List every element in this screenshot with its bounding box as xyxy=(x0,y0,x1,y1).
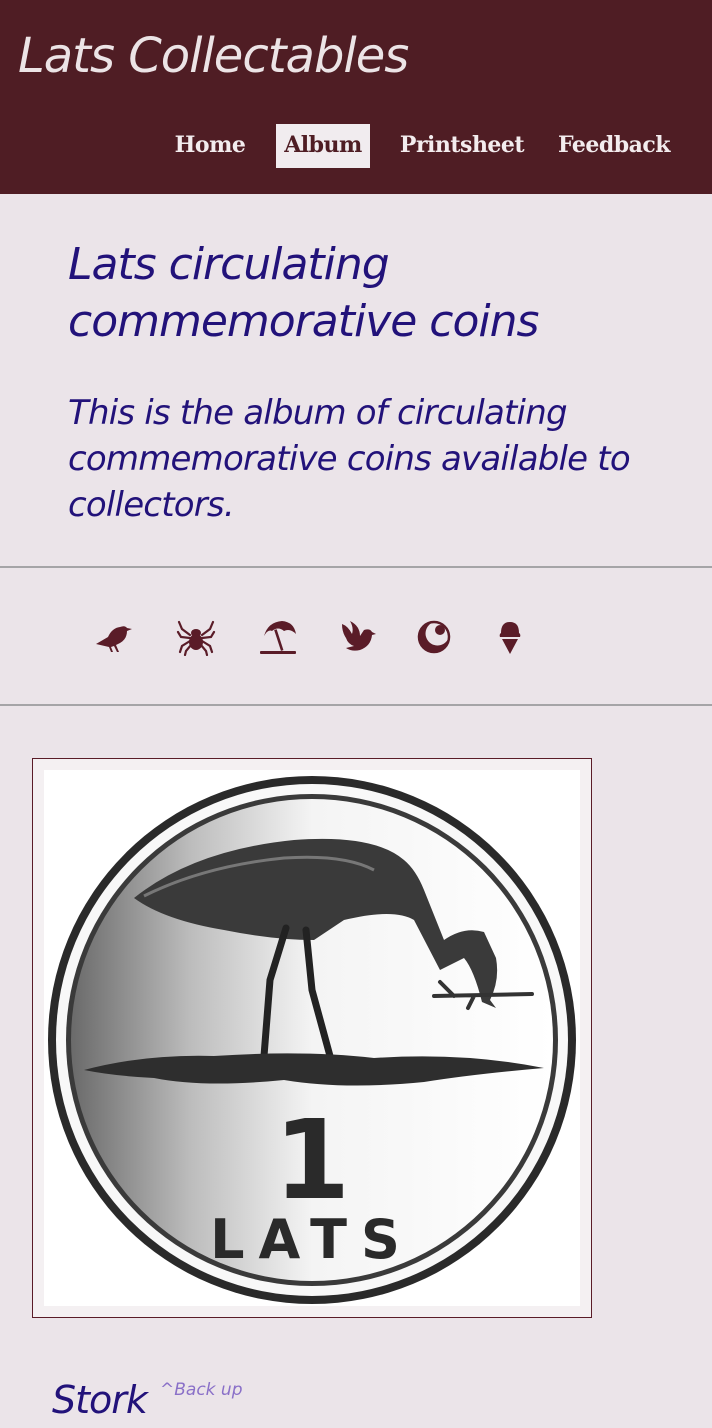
ice-cream-icon[interactable] xyxy=(490,618,530,656)
divider xyxy=(0,704,712,706)
coin-name: Stork xyxy=(52,1378,148,1422)
moon-icon[interactable] xyxy=(414,618,454,656)
divider xyxy=(0,566,712,568)
dove-icon[interactable] xyxy=(338,618,378,656)
album-intro: This is the album of circulating commemo… xyxy=(68,393,631,525)
site-title[interactable]: Lats Collectables xyxy=(18,28,409,84)
coin-image-frame[interactable]: 1 LATS xyxy=(32,758,592,1318)
page-heading: Lats circulating commemorative coins xyxy=(68,239,539,347)
coin-image: 1 LATS xyxy=(44,770,580,1306)
spider-icon[interactable] xyxy=(176,618,216,656)
coin-denomination: 1 xyxy=(274,1096,351,1224)
bird-icon[interactable] xyxy=(94,618,134,656)
category-icon-row xyxy=(0,618,712,658)
beach-umbrella-icon[interactable] xyxy=(258,618,298,656)
nav-feedback-link[interactable]: Feedback xyxy=(554,124,674,168)
coin-currency: LATS xyxy=(210,1208,414,1271)
back-up-link[interactable]: ^Back up xyxy=(160,1380,243,1400)
nav-album-link[interactable]: Album xyxy=(276,124,370,168)
main-nav: Home Album Printsheet Feedback xyxy=(0,124,712,168)
nav-home-link[interactable]: Home xyxy=(168,124,252,168)
site-header: Lats Collectables Home Album Printsheet … xyxy=(0,0,712,194)
nav-printsheet-link[interactable]: Printsheet xyxy=(394,124,530,168)
